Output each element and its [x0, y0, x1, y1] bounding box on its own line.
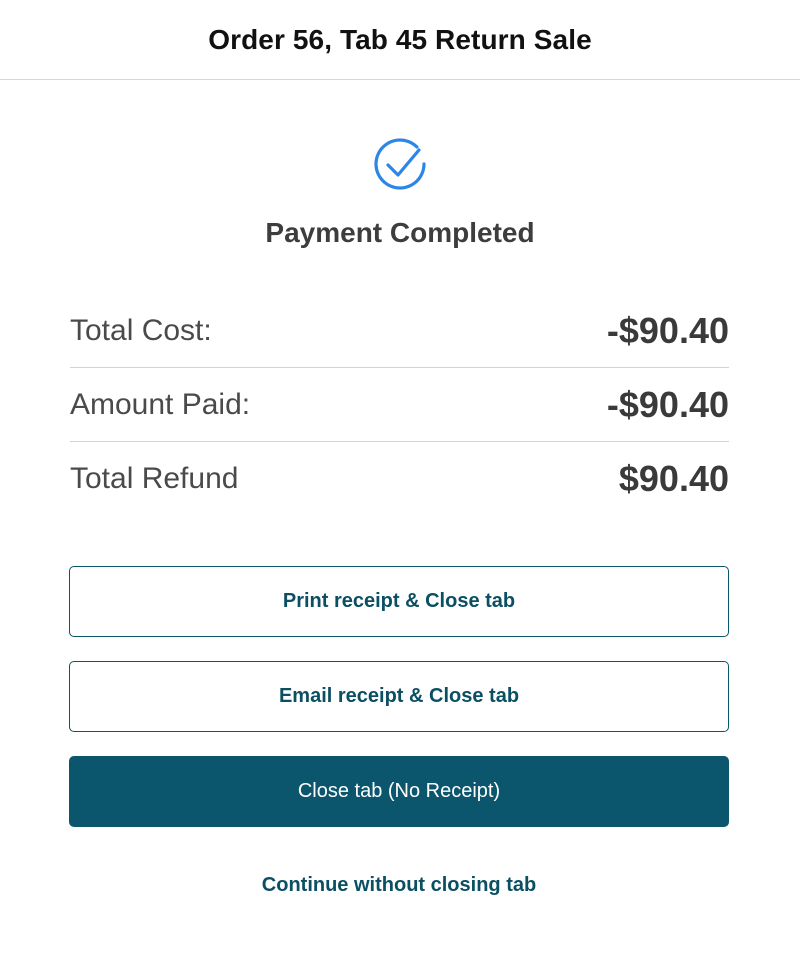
check-circle-icon	[374, 138, 426, 190]
total-cost-value: -$90.40	[606, 309, 729, 351]
continue-without-closing-link[interactable]: Continue without closing tab	[69, 874, 729, 897]
print-receipt-close-button[interactable]: Print receipt & Close tab	[69, 566, 729, 637]
total-cost-label: Total Cost:	[70, 313, 212, 347]
amount-paid-value: -$90.40	[606, 383, 729, 425]
payment-status-text: Payment Completed	[265, 217, 535, 248]
summary-row-total-refund: Total Refund $90.40	[70, 442, 729, 515]
total-refund-value: $90.40	[618, 457, 729, 499]
email-receipt-close-button[interactable]: Email receipt & Close tab	[69, 661, 729, 732]
summary-row-amount-paid: Amount Paid: -$90.40	[70, 368, 729, 442]
amount-paid-label: Amount Paid:	[70, 387, 251, 421]
dialog-title: Order 56, Tab 45 Return Sale	[208, 23, 592, 55]
payment-summary: Total Cost: -$90.40 Amount Paid: -$90.40…	[70, 294, 729, 515]
total-refund-label: Total Refund	[70, 461, 239, 495]
summary-row-total-cost: Total Cost: -$90.40	[70, 294, 729, 368]
dialog-actions: Print receipt & Close tab Email receipt …	[69, 566, 729, 897]
dialog-header: Order 56, Tab 45 Return Sale	[0, 0, 800, 80]
payment-status: Payment Completed	[0, 135, 800, 249]
payment-completed-dialog: Order 56, Tab 45 Return Sale Payment Com…	[0, 0, 800, 961]
close-tab-no-receipt-button[interactable]: Close tab (No Receipt)	[69, 756, 729, 827]
